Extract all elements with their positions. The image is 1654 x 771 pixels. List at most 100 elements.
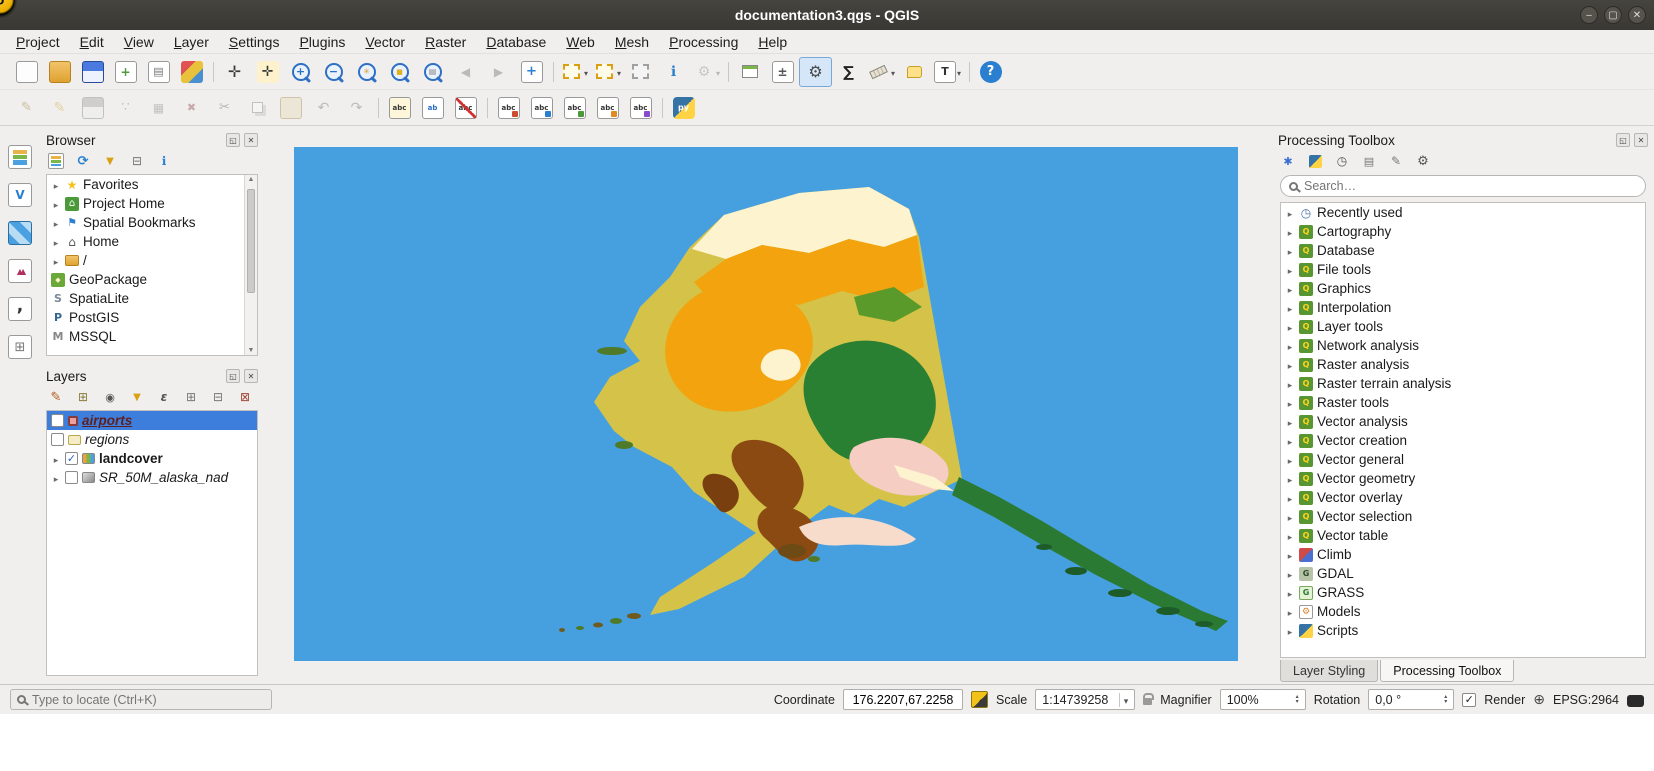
- deselect-features-icon[interactable]: [624, 57, 657, 87]
- expand-arrow-icon[interactable]: [1285, 395, 1295, 410]
- expand-arrow-icon[interactable]: [51, 253, 61, 268]
- open-layer-styling-icon[interactable]: [46, 388, 66, 406]
- processing-item-vector-selection[interactable]: Vector selection: [1281, 507, 1645, 526]
- separator[interactable]: [723, 57, 733, 87]
- processing-item-network-analysis[interactable]: Network analysis: [1281, 336, 1645, 355]
- pin-labels-icon[interactable]: [492, 93, 525, 123]
- processing-item-vector-table[interactable]: Vector table: [1281, 526, 1645, 545]
- add-mesh-layer-icon[interactable]: [5, 256, 35, 286]
- expand-arrow-icon[interactable]: [1285, 490, 1295, 505]
- zoom-last-icon[interactable]: [449, 57, 482, 87]
- scrollbar-thumb[interactable]: [247, 189, 255, 293]
- remove-layer-icon[interactable]: [235, 388, 255, 406]
- float-panel-icon[interactable]: [226, 369, 240, 383]
- browser-item-root[interactable]: /: [47, 251, 257, 270]
- history-icon[interactable]: [1332, 152, 1352, 170]
- tab-layer-styling[interactable]: Layer Styling: [1280, 660, 1378, 682]
- expand-arrow-icon[interactable]: [51, 470, 61, 485]
- processing-item-gdal[interactable]: GDAL: [1281, 564, 1645, 583]
- expand-arrow-icon[interactable]: [1285, 604, 1295, 619]
- expand-arrow-icon[interactable]: [1285, 547, 1295, 562]
- current-edits-icon[interactable]: [10, 93, 43, 123]
- open-attribute-table-icon[interactable]: [733, 57, 766, 87]
- browser-item-mssql[interactable]: MSSQL: [47, 327, 257, 346]
- collapse-all-icon[interactable]: [127, 152, 147, 170]
- expand-arrow-icon[interactable]: [1285, 224, 1295, 239]
- expand-arrow-icon[interactable]: [1285, 357, 1295, 372]
- rotation-spinbox[interactable]: 0,0 °: [1368, 689, 1454, 710]
- scale-dropdown-arrow[interactable]: [1119, 693, 1129, 707]
- expand-arrow-icon[interactable]: [51, 451, 61, 466]
- zoom-full-icon[interactable]: [350, 57, 383, 87]
- separator[interactable]: [548, 57, 558, 87]
- tab-processing-toolbox[interactable]: Processing Toolbox: [1380, 660, 1514, 682]
- highlight-pinned-labels-icon[interactable]: [525, 93, 558, 123]
- zoom-to-selection-icon[interactable]: [383, 57, 416, 87]
- expand-arrow-icon[interactable]: [1285, 623, 1295, 638]
- expand-arrow-icon[interactable]: [1285, 452, 1295, 467]
- zoom-next-icon[interactable]: [482, 57, 515, 87]
- magnifier-spinbox[interactable]: 100%: [1220, 689, 1306, 710]
- new-virtual-layer-icon[interactable]: [5, 332, 35, 362]
- pan-map-icon[interactable]: [218, 57, 251, 87]
- browser-item-postgis[interactable]: PostGIS: [47, 308, 257, 327]
- zoom-out-icon[interactable]: [317, 57, 350, 87]
- processing-item-raster-tools[interactable]: Raster tools: [1281, 393, 1645, 412]
- options-wrench-icon[interactable]: [1413, 152, 1433, 170]
- browser-item-spatial-bookmarks[interactable]: Spatial Bookmarks: [47, 213, 257, 232]
- new-project-icon[interactable]: [10, 57, 43, 87]
- layer-item-sr-50m-alaska-nad[interactable]: SR_50M_alaska_nad: [47, 468, 257, 487]
- identify-features-icon[interactable]: [657, 57, 690, 87]
- menu-help[interactable]: Help: [748, 30, 797, 54]
- layer-item-airports[interactable]: airports: [47, 411, 257, 430]
- processing-item-layer-tools[interactable]: Layer tools: [1281, 317, 1645, 336]
- float-panel-icon[interactable]: [226, 133, 240, 147]
- menu-layer[interactable]: Layer: [164, 30, 219, 54]
- spin-arrows-icon[interactable]: [1296, 695, 1299, 705]
- processing-item-vector-analysis[interactable]: Vector analysis: [1281, 412, 1645, 431]
- layer-diagram-icon[interactable]: [416, 93, 449, 123]
- refresh-icon[interactable]: [73, 152, 93, 170]
- map-tips-icon[interactable]: [898, 57, 931, 87]
- processing-item-scripts[interactable]: Scripts: [1281, 621, 1645, 640]
- layer-labeling-icon[interactable]: [383, 93, 416, 123]
- crs-globe-icon[interactable]: [1533, 691, 1545, 708]
- expand-arrow-icon[interactable]: [51, 234, 61, 249]
- extent-icon[interactable]: [971, 691, 988, 708]
- separator[interactable]: [373, 93, 383, 123]
- processing-item-models[interactable]: Models: [1281, 602, 1645, 621]
- zoom-to-layer-icon[interactable]: [416, 57, 449, 87]
- rotate-label-icon[interactable]: [624, 93, 657, 123]
- toggle-editing-icon[interactable]: [43, 93, 76, 123]
- run-feature-action-icon[interactable]: [690, 57, 723, 87]
- filter-legend-icon[interactable]: [127, 388, 147, 406]
- expand-arrow-icon[interactable]: [1285, 281, 1295, 296]
- help-icon[interactable]: [974, 57, 1007, 87]
- maximize-button[interactable]: ▢: [1604, 6, 1622, 24]
- menu-project[interactable]: Project: [6, 30, 70, 54]
- processing-toolbox-toggle-icon[interactable]: [799, 57, 832, 87]
- processing-item-raster-terrain-analysis[interactable]: Raster terrain analysis: [1281, 374, 1645, 393]
- browser-item-home[interactable]: Home: [47, 232, 257, 251]
- browser-item-spatialite[interactable]: SpatiaLite: [47, 289, 257, 308]
- minimize-button[interactable]: –: [1580, 6, 1598, 24]
- text-annotation-icon[interactable]: [931, 57, 964, 87]
- processing-item-interpolation[interactable]: Interpolation: [1281, 298, 1645, 317]
- paste-features-icon[interactable]: [274, 93, 307, 123]
- save-layer-edits-icon[interactable]: [76, 93, 109, 123]
- change-label-icon[interactable]: [591, 93, 624, 123]
- menu-view[interactable]: View: [114, 30, 164, 54]
- edit-in-place-icon[interactable]: [1386, 152, 1406, 170]
- processing-search-input[interactable]: [1304, 179, 1637, 193]
- expand-arrow-icon[interactable]: [1285, 509, 1295, 524]
- filter-by-expression-icon[interactable]: [154, 388, 174, 406]
- menu-settings[interactable]: Settings: [219, 30, 290, 54]
- new-map-view-icon[interactable]: [515, 57, 548, 87]
- locator-input[interactable]: [32, 693, 265, 707]
- expand-arrow-icon[interactable]: [1285, 376, 1295, 391]
- expand-arrow-icon[interactable]: [1285, 566, 1295, 581]
- layer-checkbox[interactable]: [65, 471, 78, 484]
- expand-arrow-icon[interactable]: [1285, 414, 1295, 429]
- processing-item-graphics[interactable]: Graphics: [1281, 279, 1645, 298]
- cut-features-icon[interactable]: [208, 93, 241, 123]
